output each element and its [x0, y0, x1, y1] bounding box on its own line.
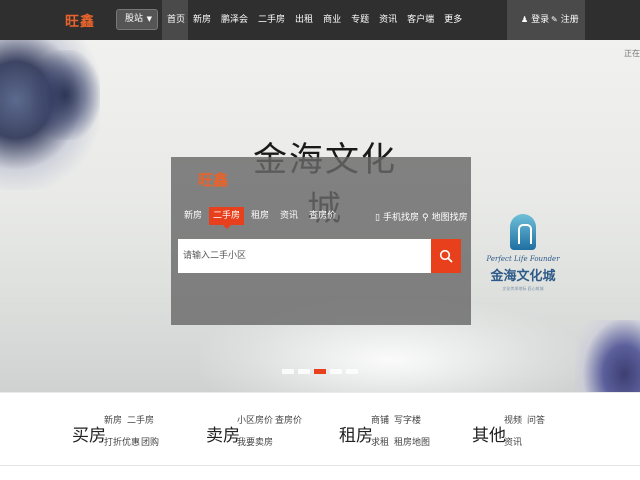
search-icon	[439, 249, 453, 263]
register-label: 注册	[560, 15, 579, 25]
search-button[interactable]	[431, 239, 461, 273]
nav-item-home[interactable]: 首页	[162, 0, 188, 40]
map-search-label: 地图找房	[431, 213, 468, 223]
category-link[interactable]: 商铺	[371, 413, 389, 426]
category-title: 租房	[339, 426, 373, 446]
brand-logo[interactable]: Perfect Life Founder 金海文化城 文化传承地标 匠心筑城	[484, 208, 562, 308]
category-link[interactable]: 团购	[141, 435, 159, 448]
brand-emblem-icon	[510, 214, 536, 250]
category-title: 其他	[472, 426, 506, 446]
search-tab-price[interactable]: 查房价	[305, 207, 340, 225]
city-label: 股站	[125, 14, 144, 24]
category-link[interactable]: 租房地图	[394, 435, 430, 448]
carousel-dot[interactable]	[298, 369, 310, 374]
user-box: ♟ 登录 ✎ 注册	[507, 0, 585, 40]
category-link[interactable]: 求租	[371, 435, 389, 448]
search-panel: 旺鑫 新房 二手房 租房 资讯 查房价 ▯ 手机找房 ⚲ 地图找房	[171, 157, 471, 325]
city-selector[interactable]: 股站 ▼	[116, 9, 158, 30]
user-icon: ♟	[521, 15, 529, 24]
login-label: 登录	[531, 15, 550, 25]
carousel-dots	[282, 369, 362, 374]
search-input[interactable]	[178, 239, 431, 273]
phone-icon: ▯	[375, 213, 380, 223]
category-link[interactable]: 新房	[104, 413, 122, 426]
map-search-link[interactable]: ⚲ 地图找房	[422, 210, 468, 223]
carousel-dot[interactable]	[282, 369, 294, 374]
category-link[interactable]: 我要卖房	[237, 435, 273, 448]
nav-item-client[interactable]: 客户端	[402, 0, 439, 40]
carousel-dot-active[interactable]	[314, 369, 326, 374]
category-link[interactable]: 问答	[527, 413, 545, 426]
category-link[interactable]: 视频	[504, 413, 522, 426]
top-navbar: 旺鑫 股站 ▼ 首页 新房 鹏泽会 二手房 出租 商业 专题 资讯 客户端 更多…	[0, 0, 640, 40]
category-link[interactable]: 二手房	[127, 413, 154, 426]
decor-flower-right	[575, 320, 640, 392]
caret-down-icon: ▼	[146, 15, 152, 23]
brand-english-name: Perfect Life Founder	[486, 255, 560, 263]
main-nav: 首页 新房 鹏泽会 二手房 出租 商业 专题 资讯 客户端 更多	[162, 0, 467, 40]
category-bar: 买房 新房 二手房 打折优惠 团购 卖房 小区房价 查房价 我要卖房 租房 商铺…	[0, 392, 640, 466]
search-panel-logo: 旺鑫	[198, 171, 229, 189]
nav-item-second-hand[interactable]: 二手房	[253, 0, 290, 40]
category-link[interactable]: 写字楼	[394, 413, 421, 426]
decor-flower-left-inner	[30, 50, 100, 140]
search-tab-second-hand[interactable]: 二手房	[209, 207, 245, 229]
nav-item-topics[interactable]: 专题	[346, 0, 374, 40]
nav-item-club[interactable]: 鹏泽会	[216, 0, 253, 40]
nav-item-more[interactable]: 更多	[439, 0, 467, 40]
site-logo[interactable]: 旺鑫	[65, 11, 95, 30]
corner-tag: 正在	[624, 49, 640, 58]
category-link[interactable]: 查房价	[275, 413, 302, 426]
category-link[interactable]: 资讯	[504, 435, 522, 448]
carousel-dot[interactable]	[330, 369, 342, 374]
mobile-search-label: 手机找房	[382, 213, 419, 223]
search-tab-rent[interactable]: 租房	[247, 207, 273, 225]
map-pin-icon: ⚲	[422, 213, 429, 223]
mobile-search-link[interactable]: ▯ 手机找房	[375, 210, 419, 223]
category-link[interactable]: 打折优惠	[104, 435, 140, 448]
edit-icon: ✎	[551, 15, 558, 24]
search-tab-new[interactable]: 新房	[180, 207, 206, 225]
nav-item-rent[interactable]: 出租	[290, 0, 318, 40]
carousel-dot[interactable]	[346, 369, 358, 374]
search-tab-news[interactable]: 资讯	[276, 207, 302, 225]
brand-subtitle: 文化传承地标 匠心筑城	[502, 286, 544, 291]
register-link[interactable]: ✎ 注册	[551, 13, 579, 27]
nav-item-news[interactable]: 资讯	[374, 0, 402, 40]
nav-item-new-house[interactable]: 新房	[188, 0, 216, 40]
login-link[interactable]: ♟ 登录	[521, 13, 549, 27]
category-title: 卖房	[206, 426, 240, 446]
search-tabs: 新房 二手房 租房 资讯 查房价	[180, 207, 343, 229]
brand-chinese-name: 金海文化城	[490, 269, 556, 284]
nav-item-commercial[interactable]: 商业	[318, 0, 346, 40]
category-link[interactable]: 小区房价	[237, 413, 273, 426]
category-title: 买房	[72, 426, 106, 446]
